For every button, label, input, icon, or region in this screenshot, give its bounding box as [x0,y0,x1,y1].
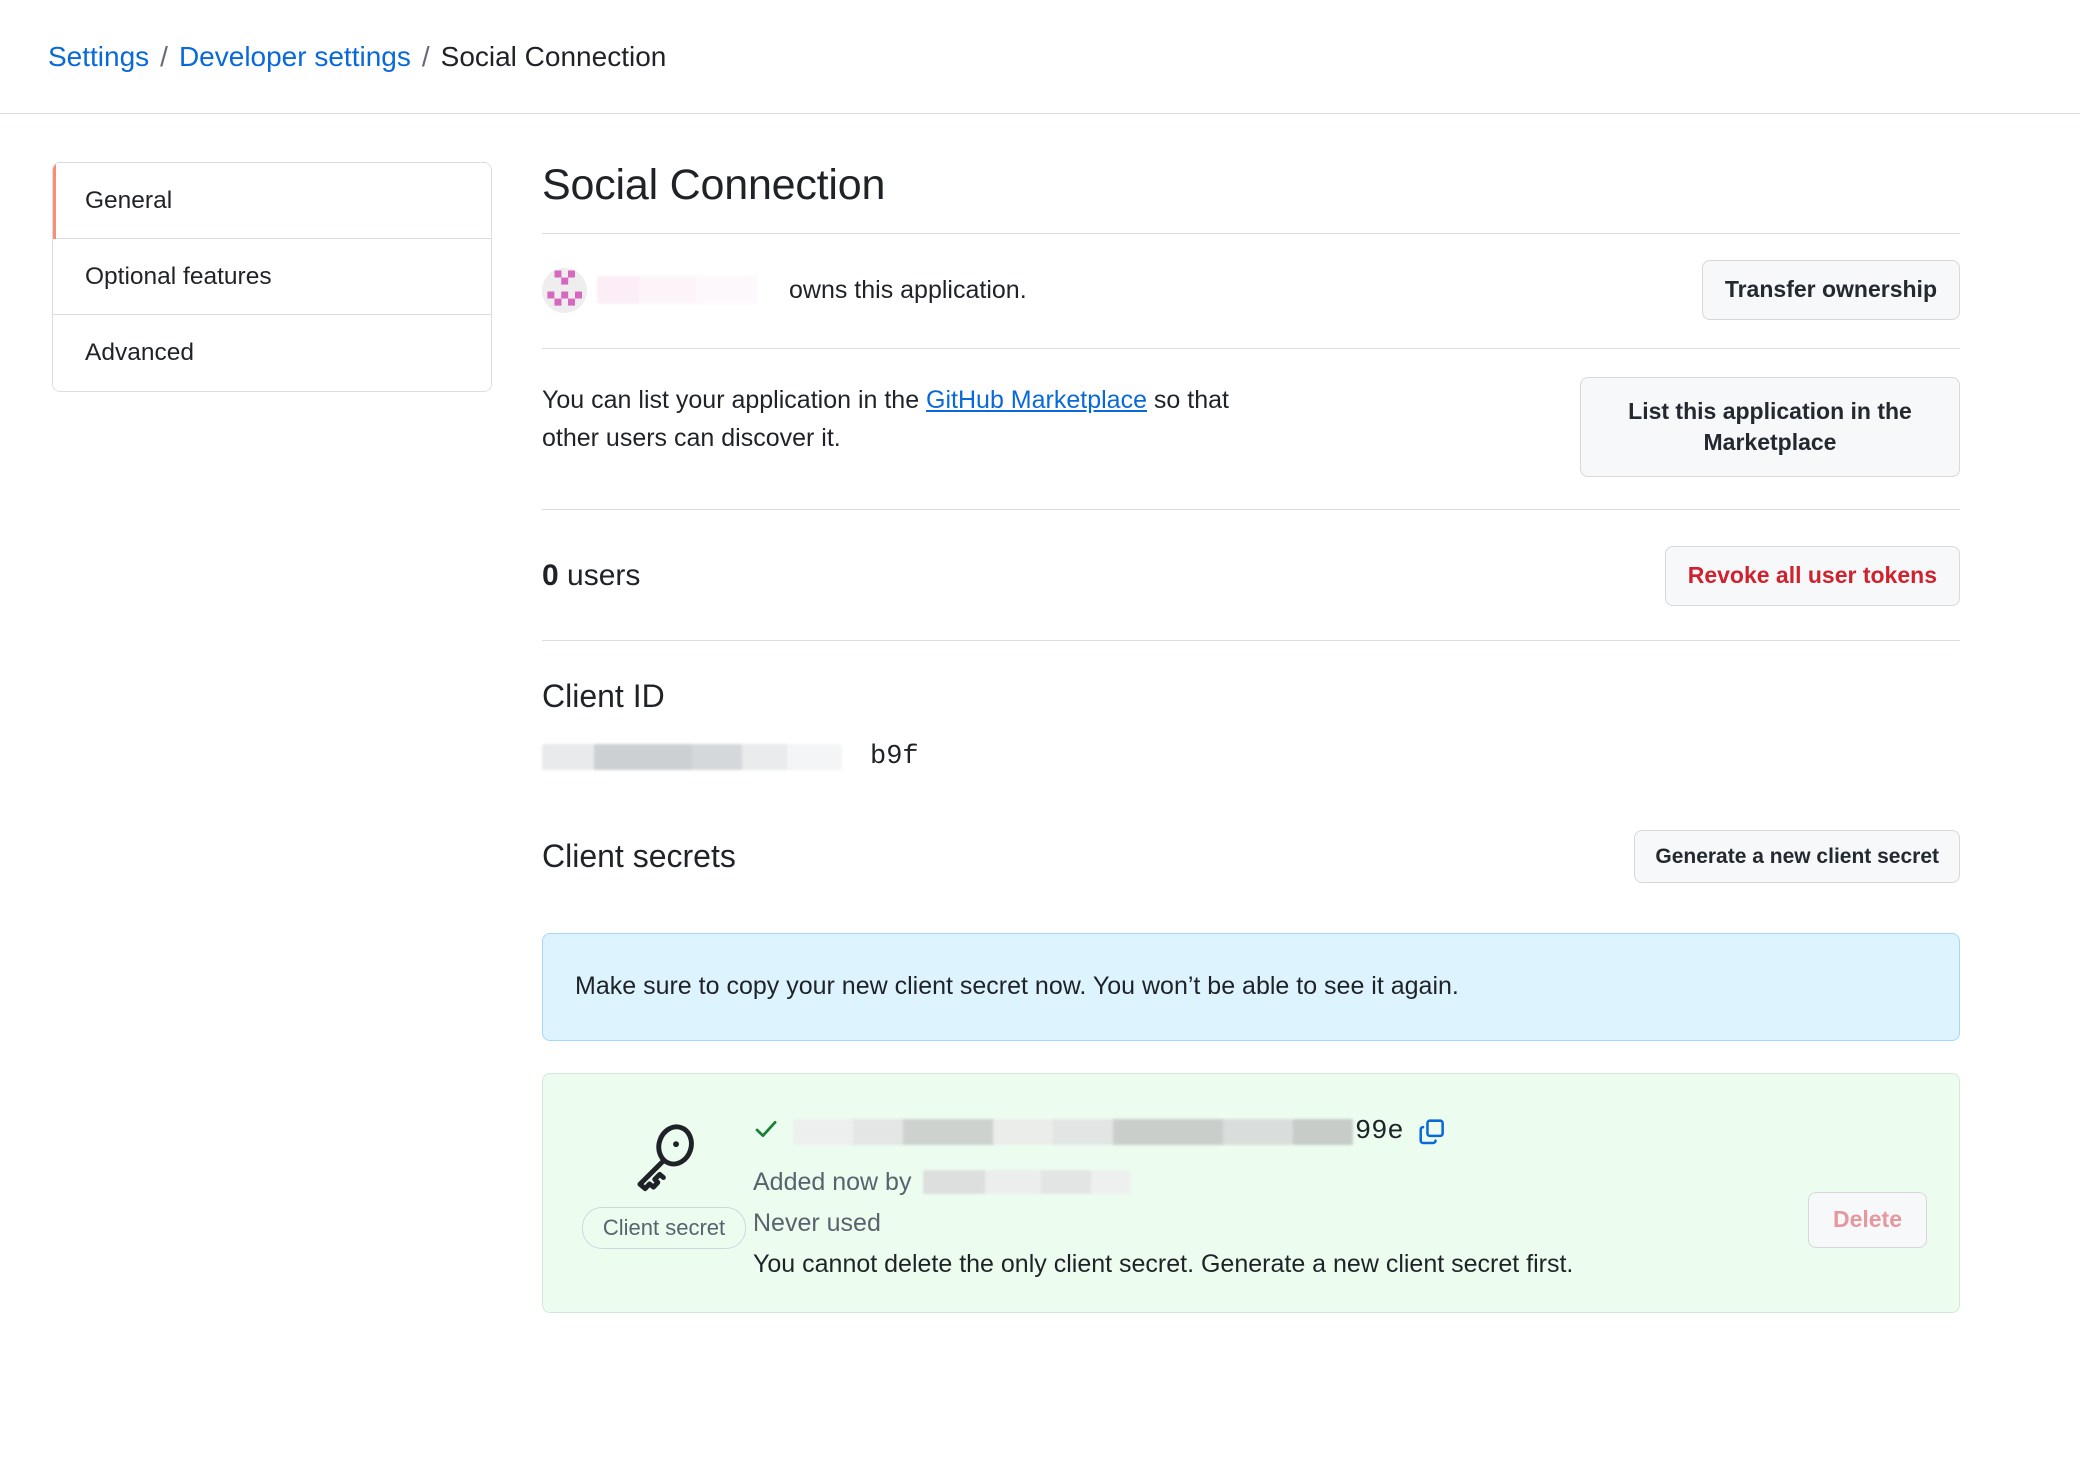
client-secret-added-by-line: Added now by [753,1168,1784,1197]
breadcrumb-separator-2: / [421,40,430,72]
copy-icon[interactable] [1418,1118,1445,1145]
client-secret-redacted [793,1118,1353,1145]
breadcrumb-link-settings[interactable]: Settings [48,42,149,71]
marketplace-row: You can list your application in the Git… [542,349,1960,509]
marketplace-description: You can list your application in the Git… [542,377,1282,457]
client-secret-card: Client secret 99e Added now by Never use… [542,1072,1960,1313]
client-secret-added-by-label: Added now by [753,1167,912,1196]
client-secrets-header-row: Client secrets Generate a new client sec… [542,774,1960,901]
client-secrets-actions: Generate a new client secret [1634,829,1960,883]
breadcrumb: Settings / Developer settings / Social C… [48,40,667,72]
client-id-heading: Client ID [542,678,665,715]
client-secret-value-row: 99e [753,1110,1784,1154]
owner-actions: Transfer ownership [1701,260,1960,321]
breadcrumb-separator-1: / [160,40,168,72]
client-secret-details: 99e Added now by Never used You cannot d… [753,1100,1784,1279]
client-id-value-row: b9f [542,740,1960,774]
sidebar-item-advanced[interactable]: Advanced [53,315,491,391]
sidebar-item-advanced-label: Advanced [85,339,194,366]
delete-client-secret-button[interactable]: Delete [1807,1191,1927,1248]
users-count: 0 users [542,559,640,593]
cannot-delete-message: You cannot delete the only client secret… [753,1249,1574,1278]
page-body: General Optional features Advanced Socia… [0,114,2080,1313]
copy-secret-flash-message: Make sure to copy your new client secret… [542,932,1960,1041]
users-row: 0 users Revoke all user tokens [542,510,1960,640]
github-marketplace-link[interactable]: GitHub Marketplace [926,386,1147,414]
sidebar-item-general[interactable]: General [53,163,491,239]
client-secrets-heading: Client secrets [542,838,736,875]
sidebar-item-optional-features[interactable]: Optional features [53,239,491,315]
sidebar-item-optional-features-label: Optional features [85,262,272,290]
client-secret-visible-tail: 99e [1355,1116,1404,1147]
breadcrumb-bar: Settings / Developer settings / Social C… [0,0,2080,114]
sidebar-column: General Optional features Advanced [0,162,492,1313]
client-secret-last-used: Never used [753,1208,881,1237]
settings-sidebar-nav: General Optional features Advanced [52,162,492,392]
key-icon [627,1122,701,1201]
client-secret-actions: Delete [1784,1100,1927,1248]
users-actions: Revoke all user tokens [1664,546,1960,607]
check-icon [753,1116,779,1147]
client-id-redacted [542,743,842,770]
client-secret-added-by-redacted [923,1170,1132,1195]
client-secret-badge: Client secret [581,1206,747,1249]
owner-name-redacted [597,276,757,305]
client-id-section: Client ID b9f [542,641,1960,773]
client-secret-key-column: Client secret [575,1100,753,1249]
main-content: Social Connection owns this application.… [492,161,2032,1313]
sidebar-item-general-label: General [85,186,173,214]
users-count-number: 0 [542,559,559,593]
revoke-all-user-tokens-button[interactable]: Revoke all user tokens [1664,546,1960,607]
client-id-visible-tail: b9f [870,741,919,772]
breadcrumb-current-page: Social Connection [440,40,667,72]
page-title: Social Connection [542,161,886,209]
marketplace-actions: List this application in the Marketplace [1580,377,1960,478]
breadcrumb-link-developer-settings[interactable]: Developer settings [179,42,411,71]
transfer-ownership-button[interactable]: Transfer ownership [1701,260,1960,321]
list-in-marketplace-button[interactable]: List this application in the Marketplace [1580,377,1960,478]
flash-message-text: Make sure to copy your new client secret… [575,972,1459,1001]
owns-application-text: owns this application. [789,275,1027,304]
owner-row: owns this application. Transfer ownershi… [542,234,1960,348]
avatar [542,267,587,313]
generate-new-client-secret-button[interactable]: Generate a new client secret [1634,829,1960,883]
users-count-label: users [567,559,641,593]
marketplace-text-before: You can list your application in the [542,386,927,415]
